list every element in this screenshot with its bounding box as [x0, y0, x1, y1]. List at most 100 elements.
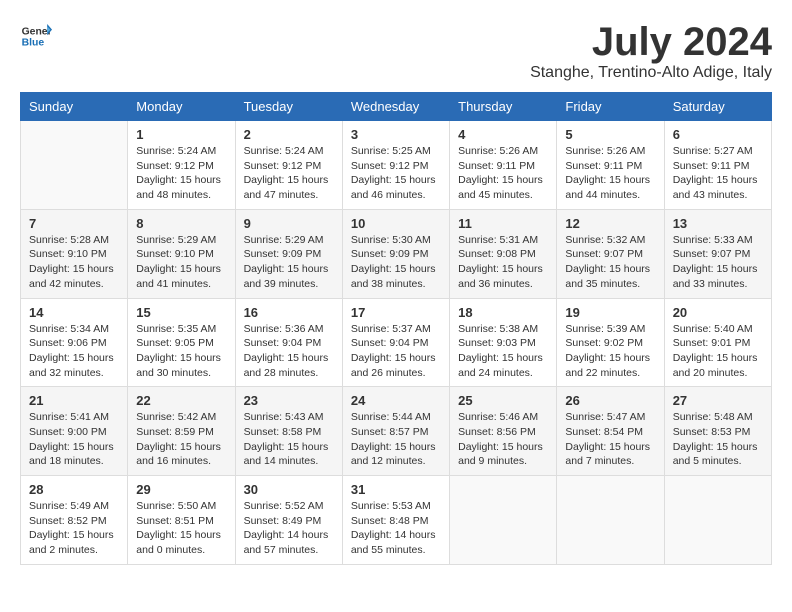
day-number: 14 — [29, 305, 119, 320]
calendar-cell: 30 Sunrise: 5:52 AM Sunset: 8:49 PM Dayli… — [235, 476, 342, 565]
day-info: Sunrise: 5:46 AM Sunset: 8:56 PM Dayligh… — [458, 410, 548, 469]
day-header-row: SundayMondayTuesdayWednesdayThursdayFrid… — [21, 93, 772, 121]
day-number: 3 — [351, 127, 441, 142]
day-header-saturday: Saturday — [664, 93, 771, 121]
day-number: 7 — [29, 216, 119, 231]
day-header-friday: Friday — [557, 93, 664, 121]
day-header-wednesday: Wednesday — [342, 93, 449, 121]
day-number: 19 — [565, 305, 655, 320]
day-info: Sunrise: 5:47 AM Sunset: 8:54 PM Dayligh… — [565, 410, 655, 469]
calendar-cell: 25Sunrise: 5:46 AM Sunset: 8:56 PM Dayli… — [450, 387, 557, 476]
calendar-cell: 18Sunrise: 5:38 AM Sunset: 9:03 PM Dayli… — [450, 298, 557, 387]
calendar-table: SundayMondayTuesdayWednesdayThursdayFrid… — [20, 92, 772, 565]
day-info: Sunrise: 5:30 AM Sunset: 9:09 PM Dayligh… — [351, 233, 441, 292]
day-info: Sunrise: 5:32 AM Sunset: 9:07 PM Dayligh… — [565, 233, 655, 292]
day-info: Sunrise: 5:24 AM Sunset: 9:12 PM Dayligh… — [244, 144, 334, 203]
calendar-cell: 2 Sunrise: 5:24 AM Sunset: 9:12 PM Daylig… — [235, 121, 342, 210]
day-info: Sunrise: 5:26 AM Sunset: 9:11 PM Dayligh… — [458, 144, 548, 203]
day-number: 13 — [673, 216, 763, 231]
week-row-4: 21 Sunrise: 5:41 AM Sunset: 9:00 PM Dayli… — [21, 387, 772, 476]
calendar-cell: 24Sunrise: 5:44 AM Sunset: 8:57 PM Dayli… — [342, 387, 449, 476]
day-info: Sunrise: 5:34 AM Sunset: 9:06 PM Dayligh… — [29, 322, 119, 381]
day-info: Sunrise: 5:27 AM Sunset: 9:11 PM Dayligh… — [673, 144, 763, 203]
calendar-cell — [557, 476, 664, 565]
day-info: Sunrise: 5:35 AM Sunset: 9:05 PM Dayligh… — [136, 322, 226, 381]
location-title: Stanghe, Trentino-Alto Adige, Italy — [530, 64, 772, 82]
calendar-cell: 1 Sunrise: 5:24 AM Sunset: 9:12 PM Daylig… — [128, 121, 235, 210]
day-number: 15 — [136, 305, 226, 320]
calendar-cell: 19 Sunrise: 5:39 AM Sunset: 9:02 PM Dayli… — [557, 298, 664, 387]
calendar-cell: 9 Sunrise: 5:29 AM Sunset: 9:09 PM Daylig… — [235, 209, 342, 298]
day-info: Sunrise: 5:49 AM Sunset: 8:52 PM Dayligh… — [29, 499, 119, 558]
day-info: Sunrise: 5:42 AM Sunset: 8:59 PM Dayligh… — [136, 410, 226, 469]
day-info: Sunrise: 5:40 AM Sunset: 9:01 PM Dayligh… — [673, 322, 763, 381]
calendar-cell: 10 Sunrise: 5:30 AM Sunset: 9:09 PM Dayli… — [342, 209, 449, 298]
day-info: Sunrise: 5:36 AM Sunset: 9:04 PM Dayligh… — [244, 322, 334, 381]
day-number: 22 — [136, 393, 226, 408]
calendar-cell: 7 Sunrise: 5:28 AM Sunset: 9:10 PM Daylig… — [21, 209, 128, 298]
calendar-cell: 31Sunrise: 5:53 AM Sunset: 8:48 PM Dayli… — [342, 476, 449, 565]
calendar-cell: 22 Sunrise: 5:42 AM Sunset: 8:59 PM Dayli… — [128, 387, 235, 476]
day-info: Sunrise: 5:39 AM Sunset: 9:02 PM Dayligh… — [565, 322, 655, 381]
calendar-cell: 6 Sunrise: 5:27 AM Sunset: 9:11 PM Daylig… — [664, 121, 771, 210]
calendar-cell: 27Sunrise: 5:48 AM Sunset: 8:53 PM Dayli… — [664, 387, 771, 476]
logo: General Blue — [20, 20, 52, 52]
day-number: 8 — [136, 216, 226, 231]
day-number: 2 — [244, 127, 334, 142]
day-number: 10 — [351, 216, 441, 231]
day-header-thursday: Thursday — [450, 93, 557, 121]
calendar-cell: 13Sunrise: 5:33 AM Sunset: 9:07 PM Dayli… — [664, 209, 771, 298]
week-row-5: 28 Sunrise: 5:49 AM Sunset: 8:52 PM Dayli… — [21, 476, 772, 565]
day-info: Sunrise: 5:31 AM Sunset: 9:08 PM Dayligh… — [458, 233, 548, 292]
day-number: 9 — [244, 216, 334, 231]
day-info: Sunrise: 5:48 AM Sunset: 8:53 PM Dayligh… — [673, 410, 763, 469]
calendar-cell: 14 Sunrise: 5:34 AM Sunset: 9:06 PM Dayli… — [21, 298, 128, 387]
day-number: 1 — [136, 127, 226, 142]
calendar-cell: 12 Sunrise: 5:32 AM Sunset: 9:07 PM Dayli… — [557, 209, 664, 298]
day-info: Sunrise: 5:44 AM Sunset: 8:57 PM Dayligh… — [351, 410, 441, 469]
day-number: 21 — [29, 393, 119, 408]
day-info: Sunrise: 5:37 AM Sunset: 9:04 PM Dayligh… — [351, 322, 441, 381]
day-number: 20 — [673, 305, 763, 320]
day-info: Sunrise: 5:41 AM Sunset: 9:00 PM Dayligh… — [29, 410, 119, 469]
day-info: Sunrise: 5:28 AM Sunset: 9:10 PM Dayligh… — [29, 233, 119, 292]
day-info: Sunrise: 5:43 AM Sunset: 8:58 PM Dayligh… — [244, 410, 334, 469]
logo-icon: General Blue — [20, 20, 52, 52]
day-info: Sunrise: 5:24 AM Sunset: 9:12 PM Dayligh… — [136, 144, 226, 203]
day-number: 16 — [244, 305, 334, 320]
day-number: 12 — [565, 216, 655, 231]
day-number: 28 — [29, 482, 119, 497]
calendar-cell: 29 Sunrise: 5:50 AM Sunset: 8:51 PM Dayli… — [128, 476, 235, 565]
day-number: 5 — [565, 127, 655, 142]
day-number: 4 — [458, 127, 548, 142]
calendar-cell: 4 Sunrise: 5:26 AM Sunset: 9:11 PM Daylig… — [450, 121, 557, 210]
calendar-cell: 20 Sunrise: 5:40 AM Sunset: 9:01 PM Dayli… — [664, 298, 771, 387]
calendar-cell: 5Sunrise: 5:26 AM Sunset: 9:11 PM Daylig… — [557, 121, 664, 210]
week-row-2: 7 Sunrise: 5:28 AM Sunset: 9:10 PM Daylig… — [21, 209, 772, 298]
calendar-cell: 16 Sunrise: 5:36 AM Sunset: 9:04 PM Dayli… — [235, 298, 342, 387]
calendar-cell: 15 Sunrise: 5:35 AM Sunset: 9:05 PM Dayli… — [128, 298, 235, 387]
calendar-cell: 23Sunrise: 5:43 AM Sunset: 8:58 PM Dayli… — [235, 387, 342, 476]
calendar-cell — [450, 476, 557, 565]
day-number: 6 — [673, 127, 763, 142]
day-header-sunday: Sunday — [21, 93, 128, 121]
day-info: Sunrise: 5:25 AM Sunset: 9:12 PM Dayligh… — [351, 144, 441, 203]
calendar-cell — [21, 121, 128, 210]
page-header: General Blue July 2024 Stanghe, Trentino… — [20, 20, 772, 82]
week-row-1: 1 Sunrise: 5:24 AM Sunset: 9:12 PM Daylig… — [21, 121, 772, 210]
day-info: Sunrise: 5:29 AM Sunset: 9:10 PM Dayligh… — [136, 233, 226, 292]
day-info: Sunrise: 5:50 AM Sunset: 8:51 PM Dayligh… — [136, 499, 226, 558]
day-number: 30 — [244, 482, 334, 497]
calendar-cell: 11 Sunrise: 5:31 AM Sunset: 9:08 PM Dayli… — [450, 209, 557, 298]
calendar-cell: 28 Sunrise: 5:49 AM Sunset: 8:52 PM Dayli… — [21, 476, 128, 565]
calendar-cell: 3 Sunrise: 5:25 AM Sunset: 9:12 PM Daylig… — [342, 121, 449, 210]
title-block: July 2024 Stanghe, Trentino-Alto Adige, … — [530, 20, 772, 82]
day-header-tuesday: Tuesday — [235, 93, 342, 121]
calendar-cell — [664, 476, 771, 565]
day-info: Sunrise: 5:29 AM Sunset: 9:09 PM Dayligh… — [244, 233, 334, 292]
calendar-cell: 17Sunrise: 5:37 AM Sunset: 9:04 PM Dayli… — [342, 298, 449, 387]
day-info: Sunrise: 5:52 AM Sunset: 8:49 PM Dayligh… — [244, 499, 334, 558]
day-number: 11 — [458, 216, 548, 231]
day-number: 29 — [136, 482, 226, 497]
week-row-3: 14 Sunrise: 5:34 AM Sunset: 9:06 PM Dayli… — [21, 298, 772, 387]
